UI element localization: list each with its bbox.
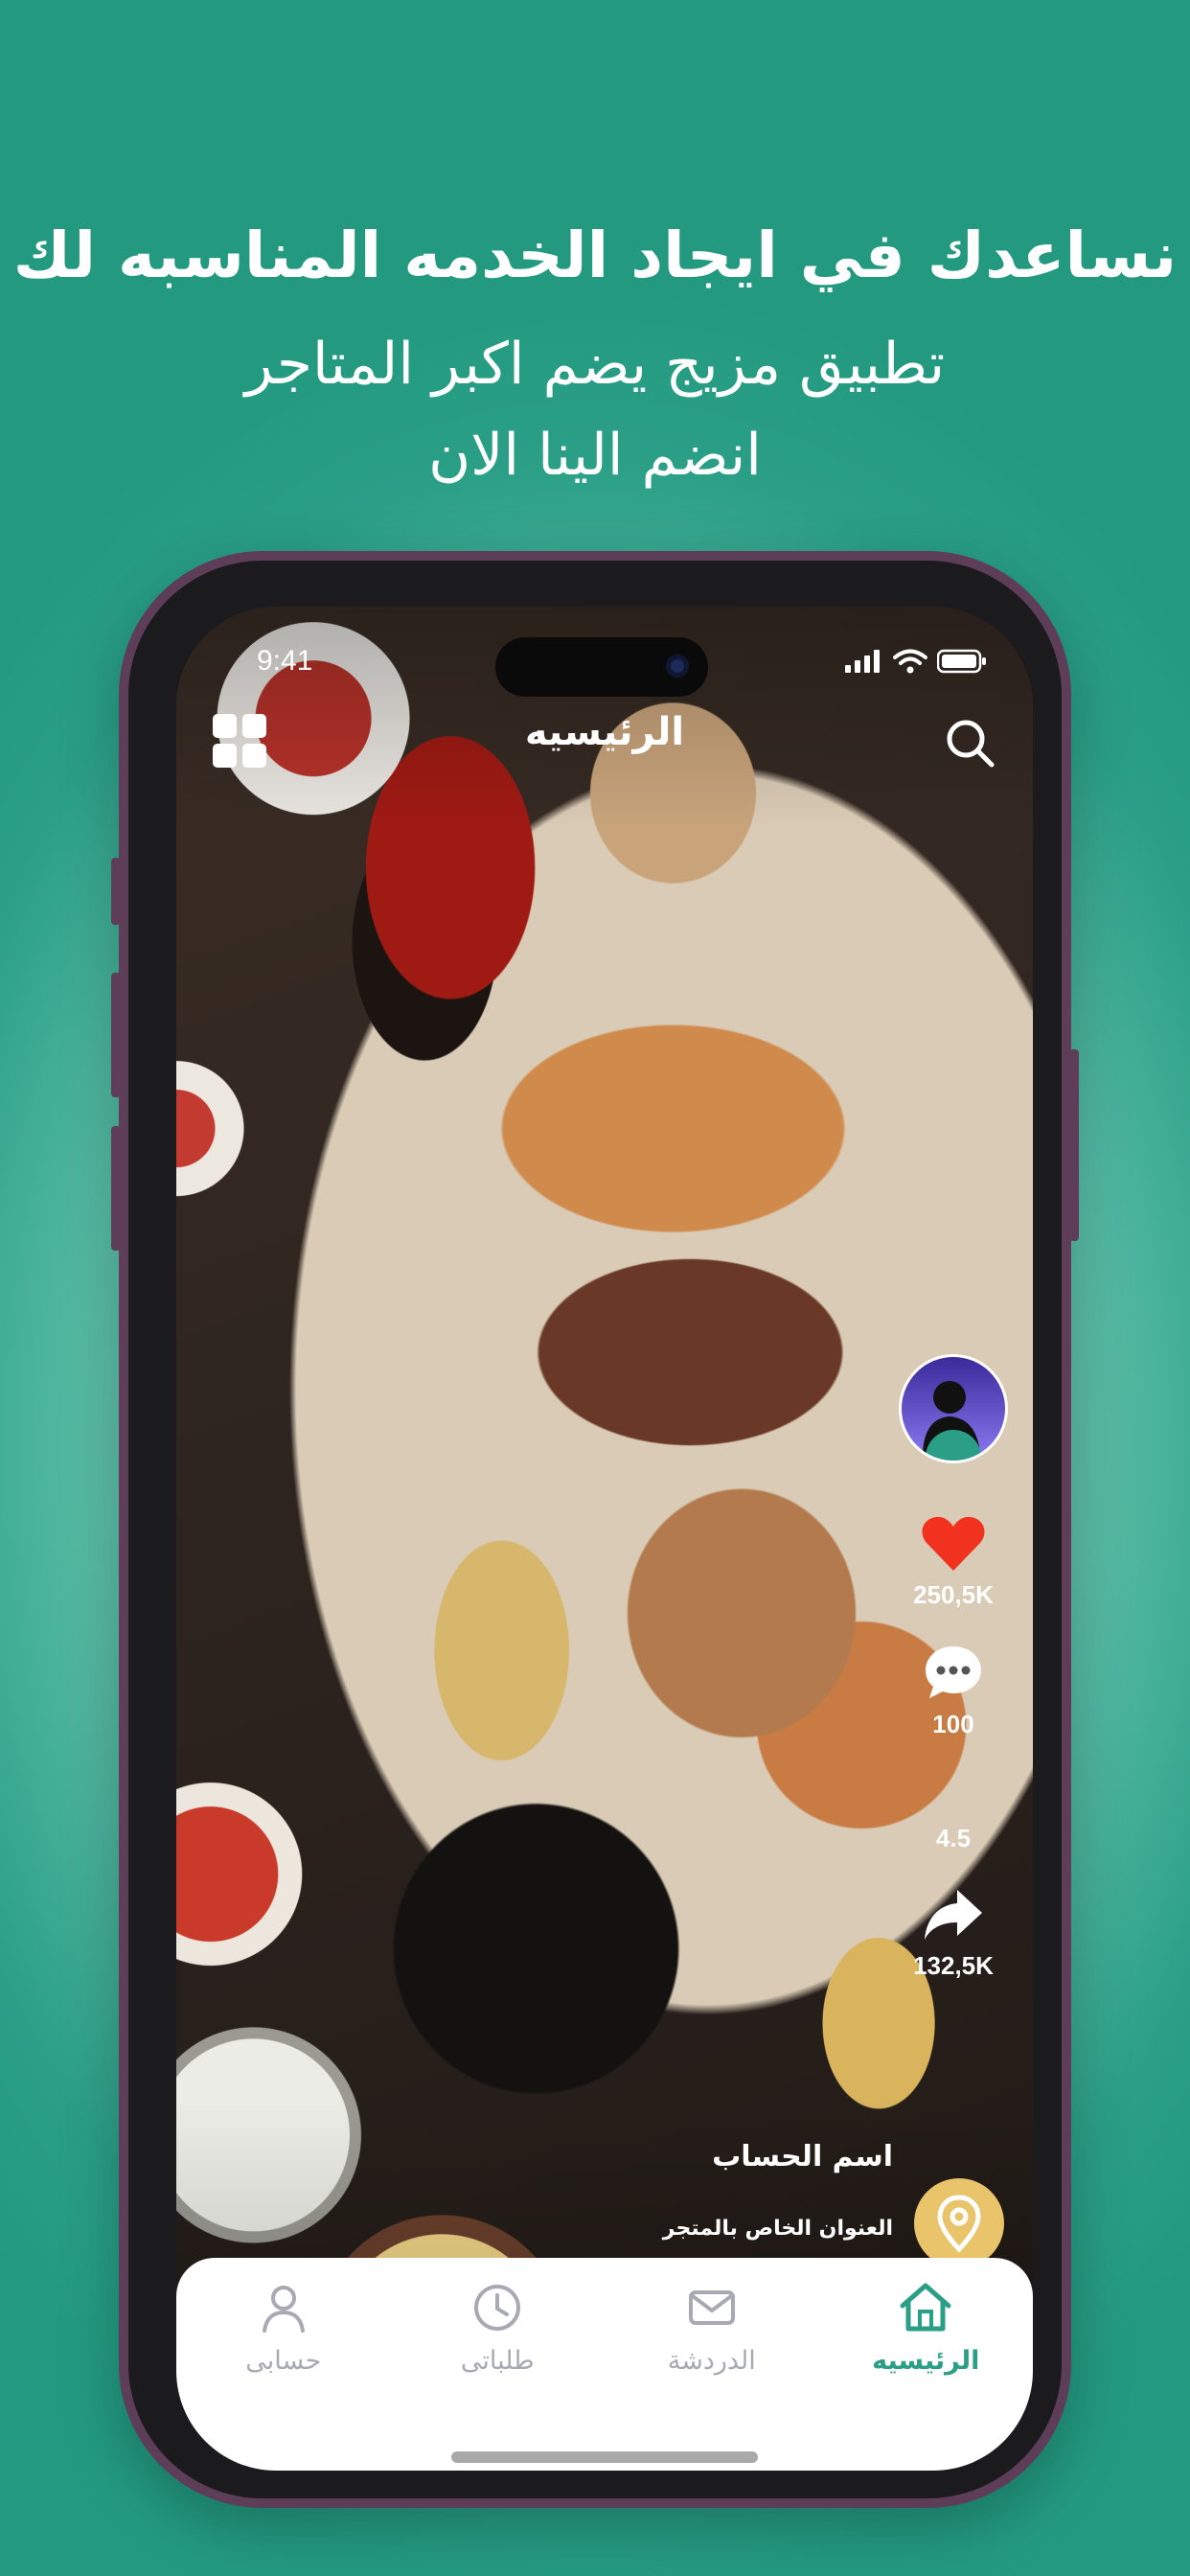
video-actions: 250,5K 100 4.5 132,5K <box>891 1354 1016 1981</box>
dynamic-island <box>495 637 708 697</box>
camera-icon <box>666 655 689 678</box>
comment-icon <box>926 1646 981 1698</box>
signal-icon <box>845 650 880 673</box>
wifi-icon <box>893 649 927 674</box>
store-address: العنوان الخاص بالمتجر <box>662 2217 893 2241</box>
tab-orders[interactable]: طلباتى <box>401 2281 593 2376</box>
comment-action[interactable]: 100 <box>891 1643 1016 1739</box>
phone-bezel: 9:41 الرئيسيه 250,5K 100 4.5 132,5K اسم … <box>128 561 1062 2498</box>
status-time: 9:41 <box>257 645 313 677</box>
rating-value: 4.5 <box>935 1824 972 1852</box>
account-name[interactable]: اسم الحساب <box>712 2140 893 2174</box>
phone-volume-up-button <box>111 973 121 1097</box>
page-title: الرئيسيه <box>524 710 685 754</box>
location-button[interactable] <box>914 2178 1004 2268</box>
search-icon[interactable] <box>943 716 996 770</box>
promo-title: نساعدك في ايجاد الخدمه المناسبه لك <box>12 218 1178 292</box>
heart-icon <box>922 1516 985 1571</box>
phone-action-button <box>111 858 121 925</box>
tab-account[interactable]: حسابى <box>188 2281 379 2376</box>
battery-icon <box>937 649 986 674</box>
tab-orders-label: طلباتى <box>460 2346 535 2376</box>
home-indicator[interactable] <box>451 2451 758 2463</box>
status-icons <box>845 649 987 674</box>
bottom-tab-bar: الرئيسيه الدردشة طلباتى حسابى <box>176 2258 1033 2471</box>
location-pin-icon <box>937 2195 981 2253</box>
promo-subtitle-line2: انضم الينا الان <box>428 422 762 489</box>
shares-count: 132,5K <box>913 1951 994 1980</box>
user-icon <box>262 2286 305 2333</box>
tab-home-label: الرئيسيه <box>872 2346 980 2376</box>
mail-icon <box>688 2290 735 2325</box>
likes-count: 250,5K <box>913 1580 994 1609</box>
tab-account-label: حسابى <box>245 2346 322 2376</box>
tab-home[interactable]: الرئيسيه <box>830 2281 1021 2376</box>
phone-mockup: 9:41 الرئيسيه 250,5K 100 4.5 132,5K اسم … <box>111 551 1079 2508</box>
store-avatar[interactable] <box>899 1354 1008 1463</box>
promo-subtitle-line1: تطبيق مزيج يضم اكبر المتاجر <box>244 331 946 398</box>
phone-power-button <box>1069 1049 1079 1241</box>
clock-icon <box>474 2285 521 2331</box>
share-icon <box>925 1890 982 1940</box>
phone-volume-down-button <box>111 1126 121 1251</box>
comments-count: 100 <box>932 1710 974 1738</box>
tab-chat[interactable]: الدردشة <box>616 2281 808 2376</box>
home-icon <box>900 2283 951 2332</box>
tab-chat-label: الدردشة <box>667 2346 756 2376</box>
rating-action[interactable]: 4.5 <box>891 1824 1016 1853</box>
like-action[interactable]: 250,5K <box>891 1513 1016 1610</box>
share-action[interactable]: 132,5K <box>891 1886 1016 1981</box>
app-screen: 9:41 الرئيسيه 250,5K 100 4.5 132,5K اسم … <box>176 607 1033 2471</box>
